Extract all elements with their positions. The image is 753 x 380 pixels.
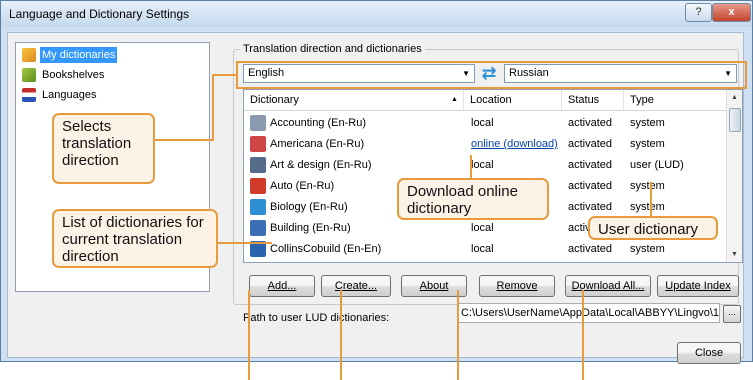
cell-status: activated	[568, 117, 613, 129]
update-index-button[interactable]: Update Index	[657, 275, 739, 297]
dictionary-icon	[250, 136, 266, 152]
table-row[interactable]: Accounting (En-Ru) local activated system	[244, 112, 727, 134]
cell-dictionary: Building (En-Ru)	[270, 222, 351, 234]
close-button[interactable]: Close	[677, 342, 741, 364]
cell-location: local	[471, 222, 494, 234]
cell-type: user (LUD)	[630, 159, 684, 171]
cell-status: activated	[568, 180, 613, 192]
pointer-line	[582, 290, 584, 380]
direction-highlight	[236, 61, 747, 89]
cell-location: local	[471, 117, 494, 129]
dictionary-icon	[250, 178, 266, 194]
vertical-scrollbar[interactable]: ▲ ▼	[726, 90, 742, 262]
column-header-type[interactable]: Type	[624, 90, 727, 110]
callout-line	[154, 139, 214, 141]
scroll-up-icon[interactable]: ▲	[727, 90, 742, 105]
cell-dictionary: Americana (En-Ru)	[270, 138, 365, 150]
remove-button[interactable]: Remove	[479, 275, 555, 297]
create-button[interactable]: Create...	[321, 275, 391, 297]
column-header-label: Dictionary	[250, 94, 299, 106]
browse-button[interactable]: ...	[723, 305, 741, 323]
table-row[interactable]: Art & design (En-Ru) local activated user (…	[244, 154, 727, 176]
pointer-line	[248, 290, 250, 380]
callout-download-online: Download online dictionary	[397, 178, 549, 220]
column-header-dictionary[interactable]: Dictionary ▲	[244, 90, 464, 110]
title-bar: Language and Dictionary Settings ? x	[1, 1, 752, 27]
column-header-status[interactable]: Status	[562, 90, 624, 110]
cell-dictionary: CollinsCobuild (En-En)	[270, 243, 382, 255]
dictionary-icon	[250, 157, 266, 173]
cell-type: system	[630, 243, 665, 255]
cell-type: system	[630, 180, 665, 192]
table-row[interactable]: CollinsCobuild (En-En) local activated syst…	[244, 238, 727, 260]
callout-line	[470, 155, 472, 179]
window-close-button[interactable]: x	[712, 3, 751, 22]
window-title: Language and Dictionary Settings	[9, 7, 190, 21]
languages-icon	[22, 88, 36, 102]
download-link[interactable]: online (download)	[471, 133, 558, 155]
help-button[interactable]: ?	[685, 3, 712, 22]
cell-location: local	[471, 243, 494, 255]
pointer-line	[340, 290, 342, 380]
tree-item-label: Languages	[42, 89, 97, 101]
sort-ascending-icon: ▲	[451, 96, 458, 103]
lud-path-field[interactable]: C:\Users\UserName\AppData\Local\ABBYY\Li…	[458, 303, 720, 323]
cell-type: system	[630, 201, 665, 213]
callout-line	[216, 242, 272, 244]
group-title: Translation direction and dictionaries	[240, 43, 425, 55]
callout-line	[650, 182, 652, 218]
cell-dictionary: Auto (En-Ru)	[270, 180, 335, 192]
cell-type: system	[630, 117, 665, 129]
callout-line	[213, 74, 237, 76]
download-all-button[interactable]: Download All...	[565, 275, 651, 297]
cell-dictionary: Art & design (En-Ru)	[270, 159, 372, 171]
scroll-down-icon[interactable]: ▼	[727, 247, 742, 262]
list-header: Dictionary ▲ Location Status Type	[244, 90, 727, 111]
cell-status: activated	[568, 138, 613, 150]
dictionaries-icon	[22, 48, 36, 62]
tree-item-label: My dictionaries	[40, 47, 118, 63]
callout-dictionary-list: List of dictionaries for current transla…	[52, 209, 218, 268]
add-button[interactable]: Add...	[249, 275, 315, 297]
cell-status: activated	[568, 201, 613, 213]
dictionary-icon	[250, 115, 266, 131]
table-row[interactable]: Americana (En-Ru) online (download) activa…	[244, 133, 727, 155]
column-header-location[interactable]: Location	[464, 90, 562, 110]
bookshelves-icon	[22, 68, 36, 82]
callout-translation-direction: Selects translation direction	[52, 113, 155, 184]
pointer-line	[457, 290, 459, 380]
dictionary-icon	[250, 220, 266, 236]
cell-status: activated	[568, 243, 613, 255]
tree-item-label: Bookshelves	[42, 69, 105, 81]
cell-dictionary: Biology (En-Ru)	[270, 201, 348, 213]
cell-location: local	[471, 159, 494, 171]
path-label: Path to user LUD dictionaries:	[243, 312, 390, 324]
cell-type: system	[630, 138, 665, 150]
callout-user-dictionary: User dictionary	[588, 216, 718, 240]
dictionary-icon	[250, 199, 266, 215]
scroll-thumb[interactable]	[729, 108, 741, 132]
callout-line	[212, 74, 214, 140]
cell-dictionary: Accounting (En-Ru)	[270, 117, 366, 129]
cell-status: activated	[568, 159, 613, 171]
